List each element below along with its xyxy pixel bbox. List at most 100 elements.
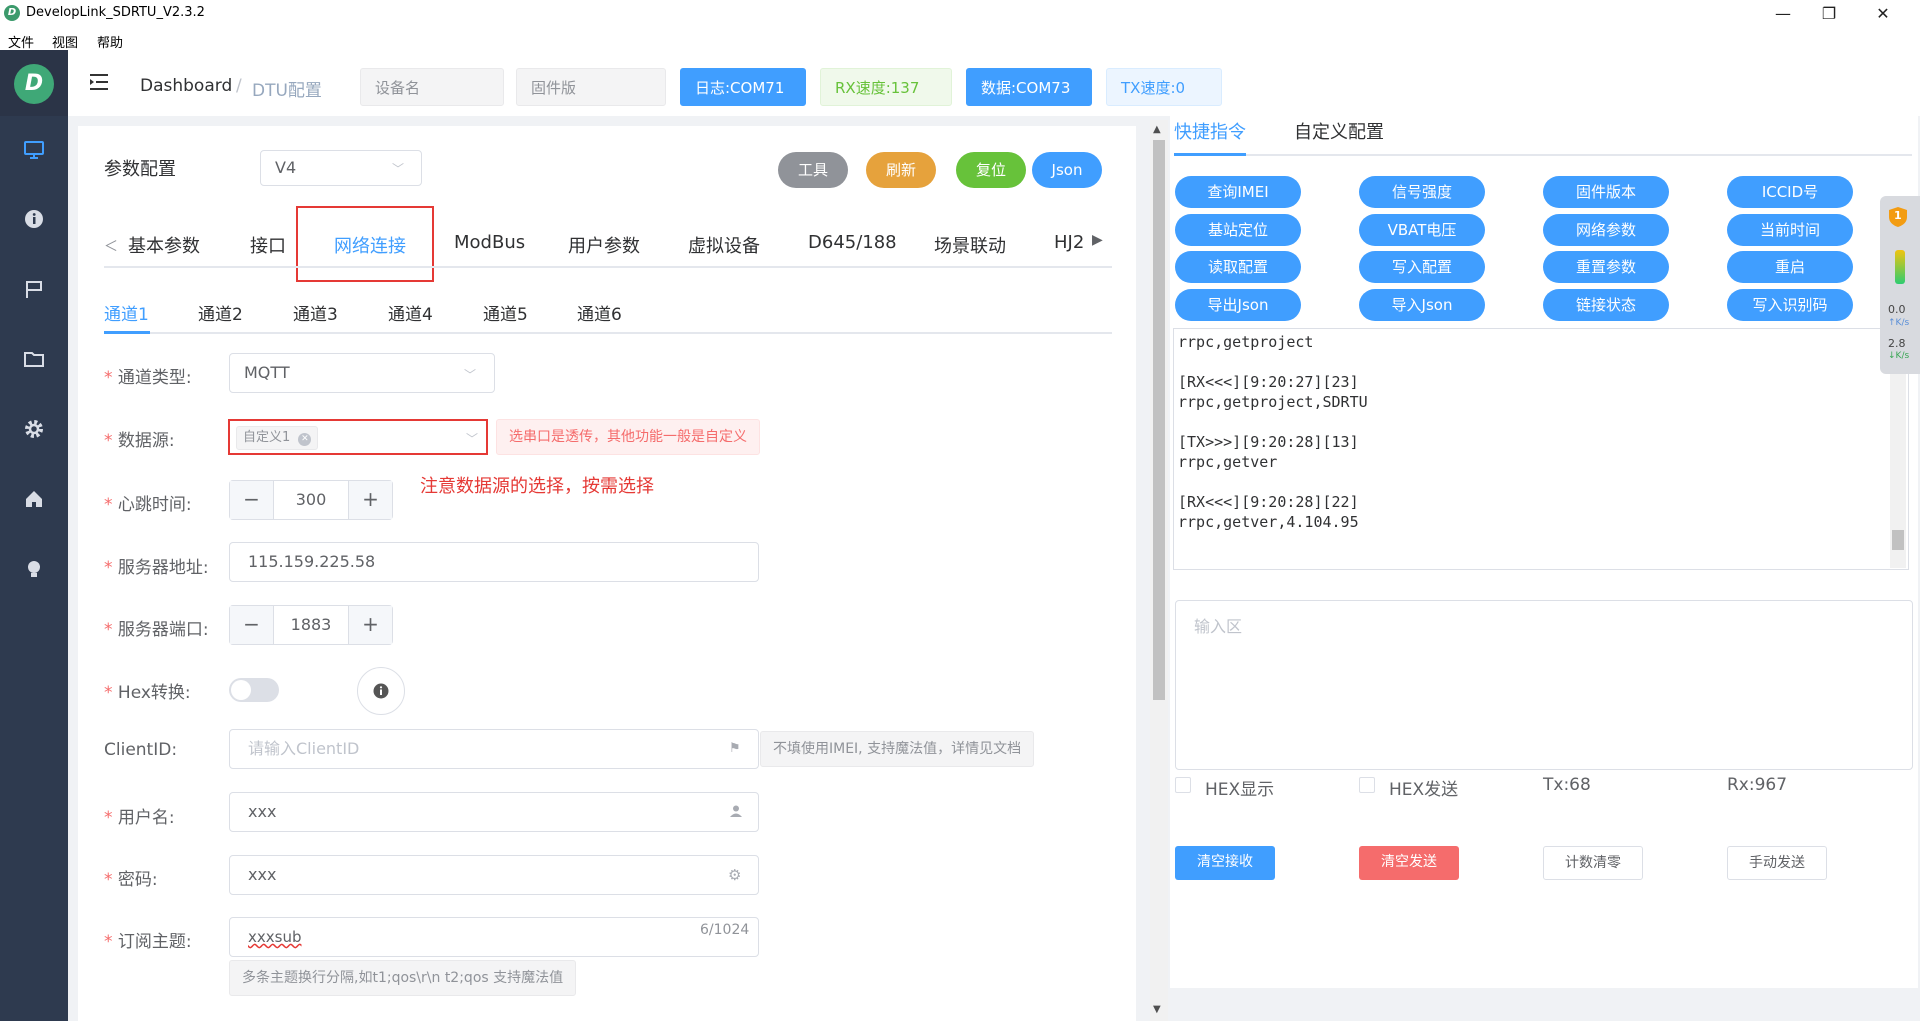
maximize-button[interactable]: ❐	[1806, 0, 1852, 28]
quick-command-button[interactable]: 写入识别码	[1727, 289, 1853, 321]
folder-icon[interactable]	[20, 348, 48, 376]
bulb-icon[interactable]	[20, 558, 48, 586]
quick-command-button[interactable]: VBAT电压	[1359, 214, 1485, 246]
data-source-tag[interactable]: 自定义1 ✕	[236, 426, 319, 450]
heartbeat-value[interactable]: 300	[274, 481, 348, 519]
window-title: DevelopLink_SDRTU_V2.3.2	[26, 5, 205, 20]
password-input[interactable]: xxx	[229, 855, 759, 895]
hex-display-checkbox[interactable]	[1175, 777, 1191, 793]
tx-speed-tag: TX速度:0 B/s	[1106, 68, 1222, 135]
clear-send-button[interactable]: 清空发送	[1359, 846, 1459, 880]
data-port-button[interactable]: 数据:COM73	[966, 68, 1092, 106]
heartbeat-stepper[interactable]: − 300 +	[229, 480, 393, 520]
flag-icon[interactable]	[20, 278, 48, 306]
port-increment-button[interactable]: +	[348, 606, 392, 644]
info-button[interactable]	[357, 667, 405, 715]
hex-send-label: HEX发送	[1389, 780, 1459, 800]
channel-tab-6[interactable]: 通道6	[577, 300, 622, 325]
annotation-text: 注意数据源的选择，按需选择	[420, 476, 654, 497]
breadcrumb-separator: /	[236, 76, 242, 96]
hex-send-checkbox[interactable]	[1359, 777, 1375, 793]
left-scroll-thumb[interactable]	[1153, 140, 1165, 700]
port-decrement-button[interactable]: −	[230, 606, 274, 644]
heartbeat-increment-button[interactable]: +	[348, 481, 392, 519]
channel-tab-2[interactable]: 通道2	[198, 300, 243, 325]
tab-hj2[interactable]: HJ2	[1054, 232, 1084, 253]
server-address-input[interactable]: 115.159.225.58	[229, 542, 759, 582]
quick-command-button[interactable]: 写入配置	[1359, 251, 1485, 283]
tab-quick-commands[interactable]: 快捷指令	[1174, 118, 1246, 144]
quick-command-button[interactable]: 查询IMEI	[1175, 176, 1301, 208]
server-port-value[interactable]: 1883	[274, 606, 348, 644]
log-output[interactable]: rrpc,getproject [RX<<<][9:20:27][23] rrpc,…	[1173, 328, 1909, 570]
menu-help[interactable]: 帮助	[97, 32, 123, 51]
clear-receive-button[interactable]: 清空接收	[1175, 846, 1275, 880]
tab-user-params[interactable]: 用户参数	[568, 232, 640, 258]
quick-command-button[interactable]: 基站定位	[1175, 214, 1301, 246]
password-label: * 密码:	[104, 870, 158, 890]
quick-command-button[interactable]: ICCID号	[1727, 176, 1853, 208]
scroll-down-icon[interactable]: ▼	[1153, 1004, 1161, 1015]
info-icon[interactable]	[20, 208, 48, 236]
minimize-button[interactable]: —	[1760, 0, 1806, 28]
manual-send-button[interactable]: 手动发送	[1727, 846, 1827, 880]
quick-command-button[interactable]: 链接状态	[1543, 289, 1669, 321]
quick-command-button[interactable]: 读取配置	[1175, 251, 1301, 283]
log-scroll-thumb[interactable]	[1892, 530, 1904, 550]
refresh-button[interactable]: 刷新	[866, 152, 936, 188]
server-port-label: * 服务器端口:	[104, 620, 209, 640]
send-input-area[interactable]: 输入区	[1175, 600, 1913, 770]
quick-command-button[interactable]: 重启	[1727, 251, 1853, 283]
quick-command-button[interactable]: 导出Json	[1175, 289, 1301, 321]
tools-button[interactable]: 工具	[778, 152, 848, 188]
quick-command-button[interactable]: 网络参数	[1543, 214, 1669, 246]
quick-command-button[interactable]: 固件版本	[1543, 176, 1669, 208]
gear-icon[interactable]	[20, 418, 48, 446]
tab-basic[interactable]: 基本参数	[128, 232, 200, 258]
scroll-up-icon[interactable]: ▲	[1153, 124, 1161, 135]
menu-view[interactable]: 视图	[52, 32, 78, 51]
tab-interface[interactable]: 接口	[250, 232, 286, 258]
tab-custom-config[interactable]: 自定义配置	[1294, 118, 1384, 144]
channel-tab-4[interactable]: 通道4	[388, 300, 433, 325]
tab-d645[interactable]: D645/188	[808, 232, 897, 253]
json-button[interactable]: Json	[1032, 152, 1102, 188]
quick-command-button[interactable]: 重置参数	[1543, 251, 1669, 283]
breadcrumb-dashboard[interactable]: Dashboard	[140, 76, 232, 96]
tab-prev-icon[interactable]: ＜	[104, 236, 118, 256]
breadcrumb-current: DTU配置	[252, 81, 322, 101]
log-port-button[interactable]: 日志:COM71	[680, 68, 806, 106]
tab-next-icon[interactable]: ▶	[1092, 232, 1103, 248]
heartbeat-decrement-button[interactable]: −	[230, 481, 274, 519]
heartbeat-label: * 心跳时间:	[104, 495, 192, 515]
quick-command-button[interactable]: 当前时间	[1727, 214, 1853, 246]
channel-type-label: * 通道类型:	[104, 368, 192, 388]
tab-virtual-device[interactable]: 虚拟设备	[688, 232, 760, 258]
channel-tab-3[interactable]: 通道3	[293, 300, 338, 325]
monitor-icon[interactable]	[20, 139, 48, 167]
reset-button[interactable]: 复位	[956, 152, 1026, 188]
username-input[interactable]: xxx	[229, 792, 759, 832]
close-button[interactable]: ✕	[1860, 0, 1906, 28]
clientid-label: ClientID:	[104, 740, 178, 760]
tab-modbus[interactable]: ModBus	[454, 232, 525, 253]
tag-close-icon[interactable]: ✕	[298, 433, 312, 446]
clientid-input[interactable]: 请输入ClientID	[229, 729, 759, 769]
sidebar	[0, 50, 68, 1021]
channel-tab-5[interactable]: 通道5	[483, 300, 528, 325]
reset-count-button[interactable]: 计数清零	[1543, 846, 1643, 880]
channel-type-select[interactable]: MQTT	[229, 353, 495, 393]
server-port-stepper[interactable]: − 1883 +	[229, 605, 393, 645]
hex-toggle[interactable]	[229, 678, 279, 702]
menu-file[interactable]: 文件	[8, 32, 34, 51]
brand-logo-icon: D	[14, 64, 54, 104]
home-icon[interactable]	[20, 488, 48, 516]
quick-command-button[interactable]: 信号强度	[1359, 176, 1485, 208]
channel-type-chevron-icon: ﹀	[464, 368, 477, 382]
channel-tab-1[interactable]: 通道1	[104, 300, 149, 325]
log-line: [TX>>>][9:20:28][13]	[1178, 433, 1359, 451]
quick-command-button[interactable]: 导入Json	[1359, 289, 1485, 321]
tab-scene[interactable]: 场景联动	[934, 232, 1006, 258]
topic-textarea[interactable]: xxxsub 6/1024	[229, 917, 759, 957]
menu-toggle-icon[interactable]	[88, 72, 110, 97]
